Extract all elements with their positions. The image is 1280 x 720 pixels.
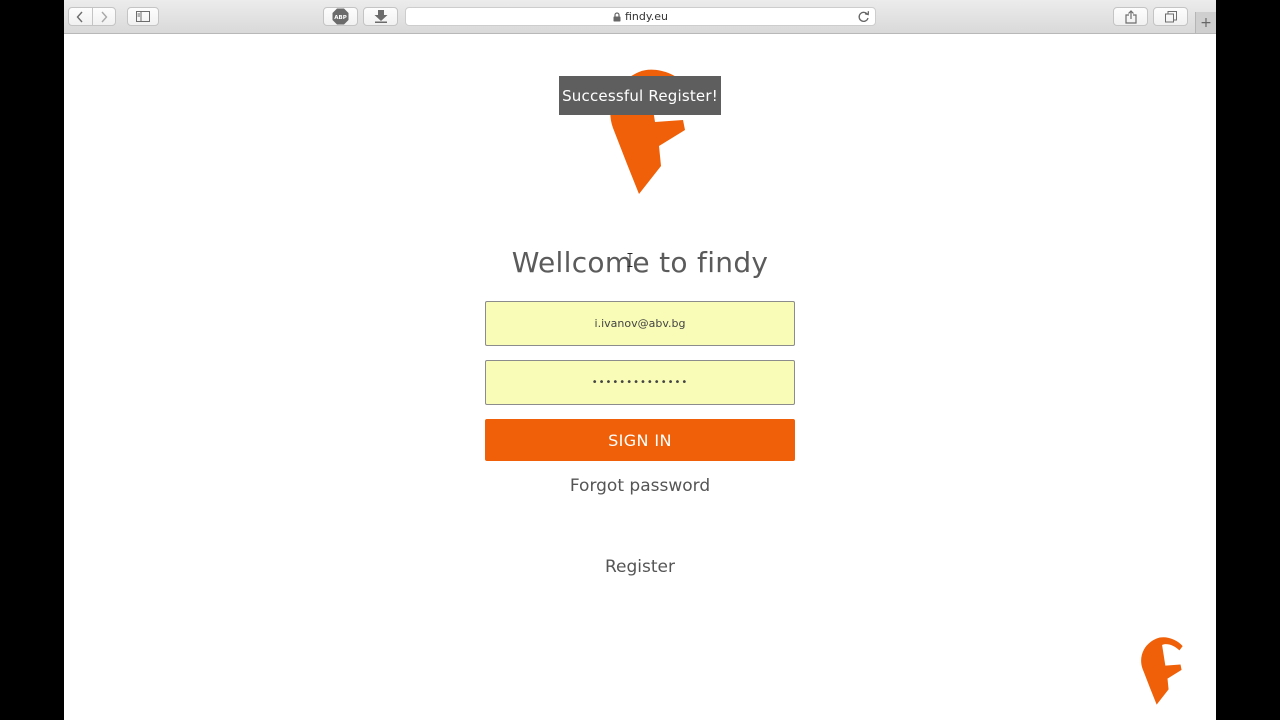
password-field[interactable] (485, 360, 795, 405)
sidebar-button[interactable] (127, 7, 159, 26)
address-bar[interactable]: findy.eu (405, 7, 876, 26)
share-button[interactable] (1113, 7, 1148, 26)
findy-corner-logo (1135, 632, 1187, 714)
adblock-label: ABP (334, 15, 346, 21)
toast-message: Successful Register! (562, 86, 718, 105)
browser-window: ABP findy.eu + Successful Register! Well… (64, 0, 1216, 720)
tabs-icon (1164, 10, 1177, 22)
new-tab-icon: + (1200, 14, 1212, 31)
adblock-button[interactable]: ABP (323, 7, 358, 26)
success-toast: Successful Register! (559, 76, 721, 115)
adblock-icon: ABP (332, 8, 349, 25)
share-icon (1124, 9, 1137, 24)
tab-overview-button[interactable] (1153, 7, 1188, 26)
page-title: Wellcome to findy (511, 246, 769, 279)
email-field[interactable] (485, 301, 795, 346)
forward-button[interactable] (91, 8, 116, 25)
forward-icon (101, 11, 108, 22)
nav-button-group (68, 7, 116, 26)
lock-icon (613, 11, 621, 22)
address-text: findy.eu (624, 10, 669, 23)
forgot-password-link[interactable]: Forgot password (64, 476, 1216, 496)
download-icon (374, 10, 387, 23)
browser-toolbar: ABP findy.eu + (64, 0, 1216, 34)
sign-in-button[interactable]: SIGN IN (485, 419, 795, 461)
downloads-button[interactable] (363, 7, 398, 26)
text-cursor-icon (627, 253, 633, 267)
back-button[interactable] (69, 8, 92, 25)
back-icon (76, 11, 83, 22)
sidebar-icon (136, 11, 150, 22)
reload-icon[interactable] (857, 10, 870, 23)
register-link[interactable]: Register (64, 557, 1216, 577)
new-tab-button[interactable]: + (1195, 12, 1216, 33)
